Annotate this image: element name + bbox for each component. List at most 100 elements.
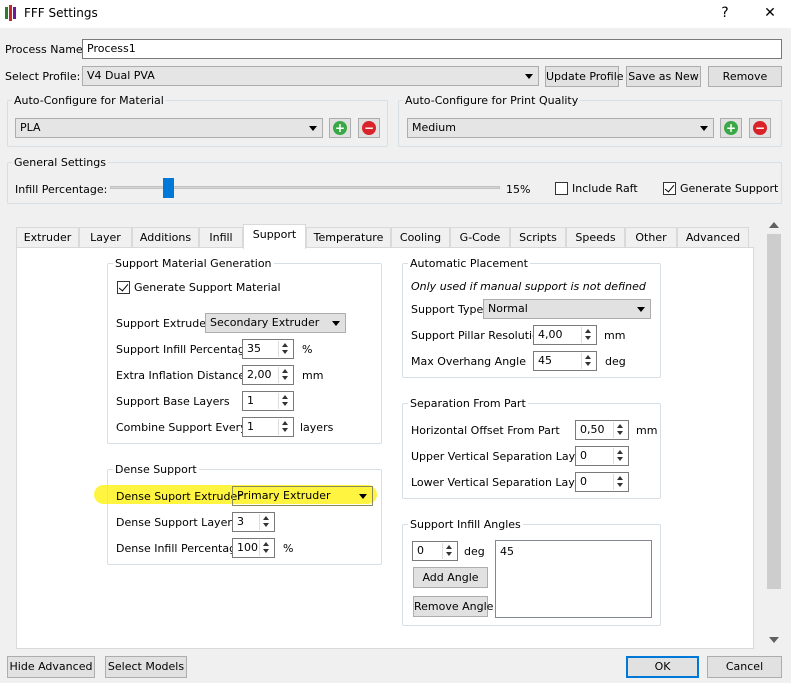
chevron-down-icon bbox=[637, 307, 645, 312]
spin-buttons-icon[interactable] bbox=[259, 514, 273, 530]
tab-additions[interactable]: Additions bbox=[132, 227, 199, 247]
remove-angle-button[interactable]: Remove Angle bbox=[413, 596, 493, 617]
support-pillar-unit: mm bbox=[604, 329, 626, 342]
tab-other[interactable]: Other bbox=[625, 227, 677, 247]
spin-buttons-icon[interactable] bbox=[581, 327, 595, 343]
dense-infill-unit: % bbox=[283, 542, 294, 555]
horizontal-offset-spinbox[interactable]: 0,50 bbox=[575, 420, 629, 440]
scroll-up-icon[interactable] bbox=[769, 222, 779, 228]
extra-inflation-unit: mm bbox=[302, 369, 324, 382]
remove-profile-button[interactable]: Remove bbox=[708, 66, 782, 87]
add-quality-button[interactable]: + bbox=[720, 118, 742, 138]
hide-advanced-button[interactable]: Hide Advanced bbox=[7, 656, 95, 678]
scroll-down-icon[interactable] bbox=[769, 637, 779, 643]
scrollbar-thumb[interactable] bbox=[767, 234, 781, 589]
dense-layers-value: 3 bbox=[237, 515, 244, 528]
include-raft-checkbox[interactable] bbox=[555, 182, 568, 195]
infill-slider-handle[interactable] bbox=[163, 178, 174, 198]
app-logo-icon bbox=[5, 5, 16, 21]
automatic-placement-note: Only used if manual support is not defin… bbox=[411, 280, 646, 293]
dense-infill-spinbox[interactable]: 100 bbox=[232, 538, 275, 558]
support-extruder-select[interactable]: Secondary Extruder bbox=[205, 313, 346, 333]
tab-speeds[interactable]: Speeds bbox=[566, 227, 625, 247]
generate-support-material-label: Generate Support Material bbox=[134, 281, 281, 294]
tab-gcode[interactable]: G-Code bbox=[450, 227, 510, 247]
generate-support-material-checkbox[interactable] bbox=[117, 281, 130, 294]
support-type-value: Normal bbox=[488, 302, 528, 315]
spin-buttons-icon[interactable] bbox=[278, 393, 292, 409]
add-material-button[interactable]: + bbox=[329, 118, 351, 138]
horizontal-offset-label: Horizontal Offset From Part bbox=[411, 424, 560, 437]
spin-buttons-icon[interactable] bbox=[613, 474, 627, 490]
general-settings-title: General Settings bbox=[12, 156, 108, 169]
spin-buttons-icon[interactable] bbox=[259, 540, 273, 556]
list-item[interactable]: 45 bbox=[500, 545, 514, 558]
upper-separation-label: Upper Vertical Separation Layers bbox=[411, 450, 593, 463]
support-type-select[interactable]: Normal bbox=[483, 299, 651, 319]
support-extruder-label: Support Extruder bbox=[116, 317, 211, 330]
separation-title: Separation From Part bbox=[408, 397, 528, 410]
spin-buttons-icon[interactable] bbox=[278, 367, 292, 383]
update-profile-button[interactable]: Update Profile bbox=[545, 66, 624, 87]
dense-layers-label: Dense Support Layers bbox=[116, 516, 238, 529]
automatic-placement-title: Automatic Placement bbox=[408, 257, 530, 270]
lower-separation-spinbox[interactable]: 0 bbox=[575, 472, 629, 492]
spin-buttons-icon[interactable] bbox=[278, 419, 292, 435]
title-bar bbox=[0, 0, 791, 28]
tab-layer[interactable]: Layer bbox=[79, 227, 132, 247]
close-button[interactable]: ✕ bbox=[758, 4, 782, 22]
tab-cooling[interactable]: Cooling bbox=[391, 227, 450, 247]
quality-select[interactable]: Medium bbox=[407, 118, 714, 138]
max-overhang-value: 45 bbox=[538, 354, 552, 367]
spin-buttons-icon[interactable] bbox=[613, 448, 627, 464]
tab-infill[interactable]: Infill bbox=[199, 227, 243, 247]
horizontal-offset-unit: mm bbox=[636, 424, 658, 437]
combine-support-spinbox[interactable]: 1 bbox=[242, 417, 294, 437]
help-button[interactable]: ? bbox=[713, 4, 737, 22]
remove-material-button[interactable]: − bbox=[358, 118, 380, 138]
support-extruder-value: Secondary Extruder bbox=[210, 316, 320, 329]
tab-scripts[interactable]: Scripts bbox=[510, 227, 566, 247]
angle-list[interactable]: 45 bbox=[495, 540, 652, 618]
save-as-new-button[interactable]: Save as New bbox=[626, 66, 701, 87]
max-overhang-spinbox[interactable]: 45 bbox=[533, 351, 597, 371]
extra-inflation-spinbox[interactable]: 2,00 bbox=[242, 365, 294, 385]
support-base-layers-value: 1 bbox=[247, 394, 254, 407]
ok-button[interactable]: OK bbox=[626, 656, 699, 678]
cancel-button[interactable]: Cancel bbox=[707, 656, 782, 678]
lower-separation-label: Lower Vertical Separation Layers bbox=[411, 476, 592, 489]
process-name-label: Process Name: bbox=[5, 43, 87, 56]
tab-temperature[interactable]: Temperature bbox=[306, 227, 391, 247]
generate-support-checkbox[interactable] bbox=[663, 182, 676, 195]
smg-title: Support Material Generation bbox=[113, 257, 274, 270]
dense-support-title: Dense Support bbox=[113, 463, 199, 476]
dense-infill-label: Dense Infill Percentage bbox=[116, 542, 243, 555]
select-profile-label: Select Profile: bbox=[5, 70, 81, 83]
support-pillar-spinbox[interactable]: 4,00 bbox=[533, 325, 597, 345]
spin-buttons-icon[interactable] bbox=[278, 341, 292, 357]
upper-separation-spinbox[interactable]: 0 bbox=[575, 446, 629, 466]
tab-extruder[interactable]: Extruder bbox=[16, 227, 79, 247]
spin-buttons-icon[interactable] bbox=[613, 422, 627, 438]
tab-advanced[interactable]: Advanced bbox=[677, 227, 749, 247]
profile-select[interactable]: V4 Dual PVA bbox=[82, 66, 539, 86]
dense-layers-spinbox[interactable]: 3 bbox=[232, 512, 275, 532]
support-infill-spinbox[interactable]: 35 bbox=[242, 339, 294, 359]
process-name-input[interactable]: Process1 bbox=[82, 39, 782, 59]
support-base-layers-spinbox[interactable]: 1 bbox=[242, 391, 294, 411]
spin-buttons-icon[interactable] bbox=[442, 543, 456, 559]
quality-group-title: Auto-Configure for Print Quality bbox=[403, 94, 581, 107]
tab-support[interactable]: Support bbox=[243, 224, 306, 249]
angle-spinbox[interactable]: 0 bbox=[412, 541, 458, 561]
dense-extruder-select[interactable]: Primary Extruder bbox=[232, 486, 373, 506]
combine-support-label: Combine Support Every bbox=[116, 421, 247, 434]
support-infill-label: Support Infill Percentage bbox=[116, 343, 252, 356]
support-base-layers-label: Support Base Layers bbox=[116, 395, 230, 408]
infill-percentage-label: Infill Percentage: bbox=[15, 183, 108, 196]
remove-quality-button[interactable]: − bbox=[749, 118, 771, 138]
chevron-down-icon bbox=[309, 126, 317, 131]
spin-buttons-icon[interactable] bbox=[581, 353, 595, 369]
material-select[interactable]: PLA bbox=[15, 118, 323, 138]
add-angle-button[interactable]: Add Angle bbox=[413, 567, 488, 588]
select-models-button[interactable]: Select Models bbox=[105, 656, 187, 678]
